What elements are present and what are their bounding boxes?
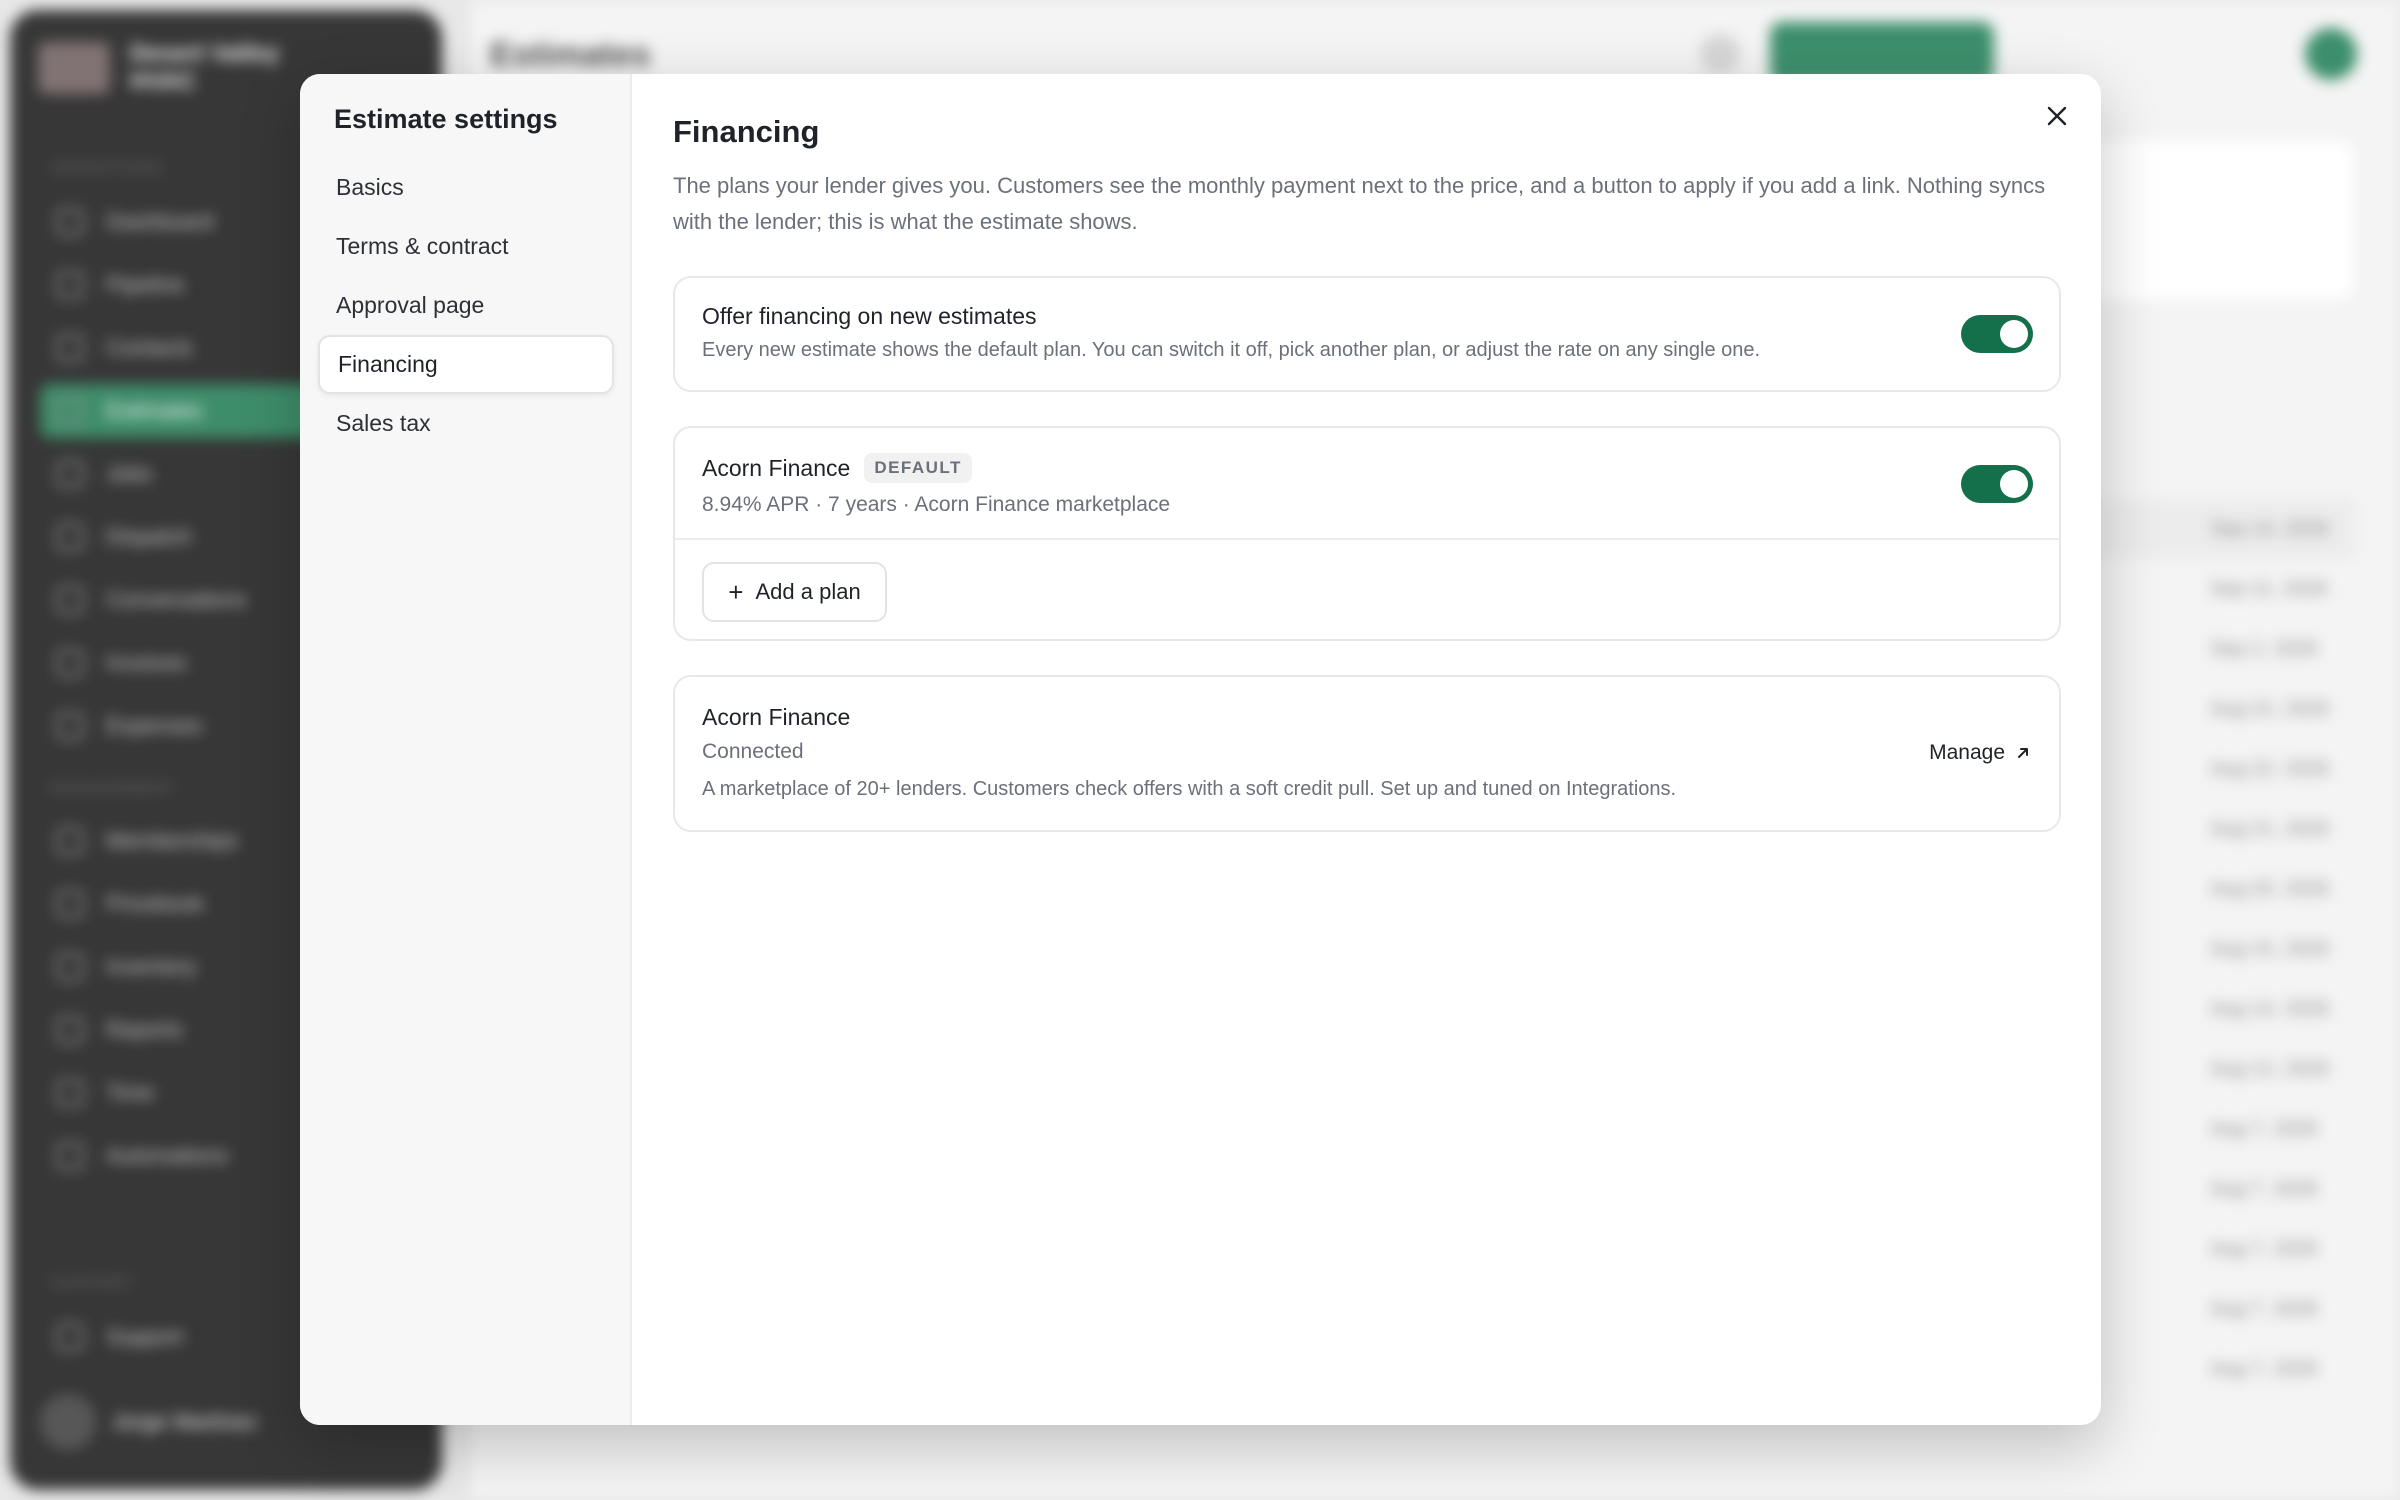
lender-name: Acorn Finance [702,704,851,730]
offer-financing-card: Offer financing on new estimates Every n… [673,276,2061,392]
dialog-title: Estimate settings [334,104,558,134]
plan-toggle[interactable] [1961,465,2033,503]
lender-card: Acorn Finance Connected A marketplace of… [673,675,2061,832]
manage-label: Manage [1929,741,2005,764]
nav-item-sales-tax[interactable]: Sales tax [318,394,614,453]
financing-panel: Financing The plans your lender gives yo… [673,114,2061,832]
settings-nav: Estimate settings Basics Terms & contrac… [300,74,632,1425]
toggle-knob [2000,470,2028,498]
settings-nav-list: Basics Terms & contract Approval page Fi… [318,158,614,453]
section-description: The plans your lender gives you. Custome… [673,173,2046,234]
plus-icon: + [728,577,744,607]
add-plan-button[interactable]: + Add a plan [702,562,887,622]
nav-item-approval-page[interactable]: Approval page [318,276,614,335]
nav-item-basics[interactable]: Basics [318,158,614,217]
section-title: Financing [673,114,820,149]
plan-header: Acorn Finance DEFAULT [702,453,972,483]
add-plan-label: Add a plan [755,579,861,604]
nav-item-terms-contract[interactable]: Terms & contract [318,217,614,276]
nav-item-financing[interactable]: Financing [318,335,614,394]
plan-detail: 8.94% APR · 7 years · Acorn Finance mark… [702,493,1171,516]
external-link-icon [2018,748,2028,758]
offer-financing-subtitle: Every new estimate shows the default pla… [702,339,1761,361]
toggle-knob [2000,320,2028,348]
offer-financing-title: Offer financing on new estimates [702,303,1037,329]
default-badge: DEFAULT [864,453,972,483]
lender-status: Connected [702,740,804,763]
plan-row: Acorn Finance DEFAULT 8.94% APR · 7 year… [675,428,2059,540]
estimate-settings-dialog: Estimate settings Basics Terms & contrac… [300,74,2101,1425]
manage-link[interactable]: Manage [1929,741,2031,765]
offer-financing-toggle[interactable] [1961,315,2033,353]
plan-name: Acorn Finance [702,454,851,481]
lender-description: A marketplace of 20+ lenders. Customers … [702,778,1677,800]
financing-plans-card: Acorn Finance DEFAULT 8.94% APR · 7 year… [673,426,2061,641]
